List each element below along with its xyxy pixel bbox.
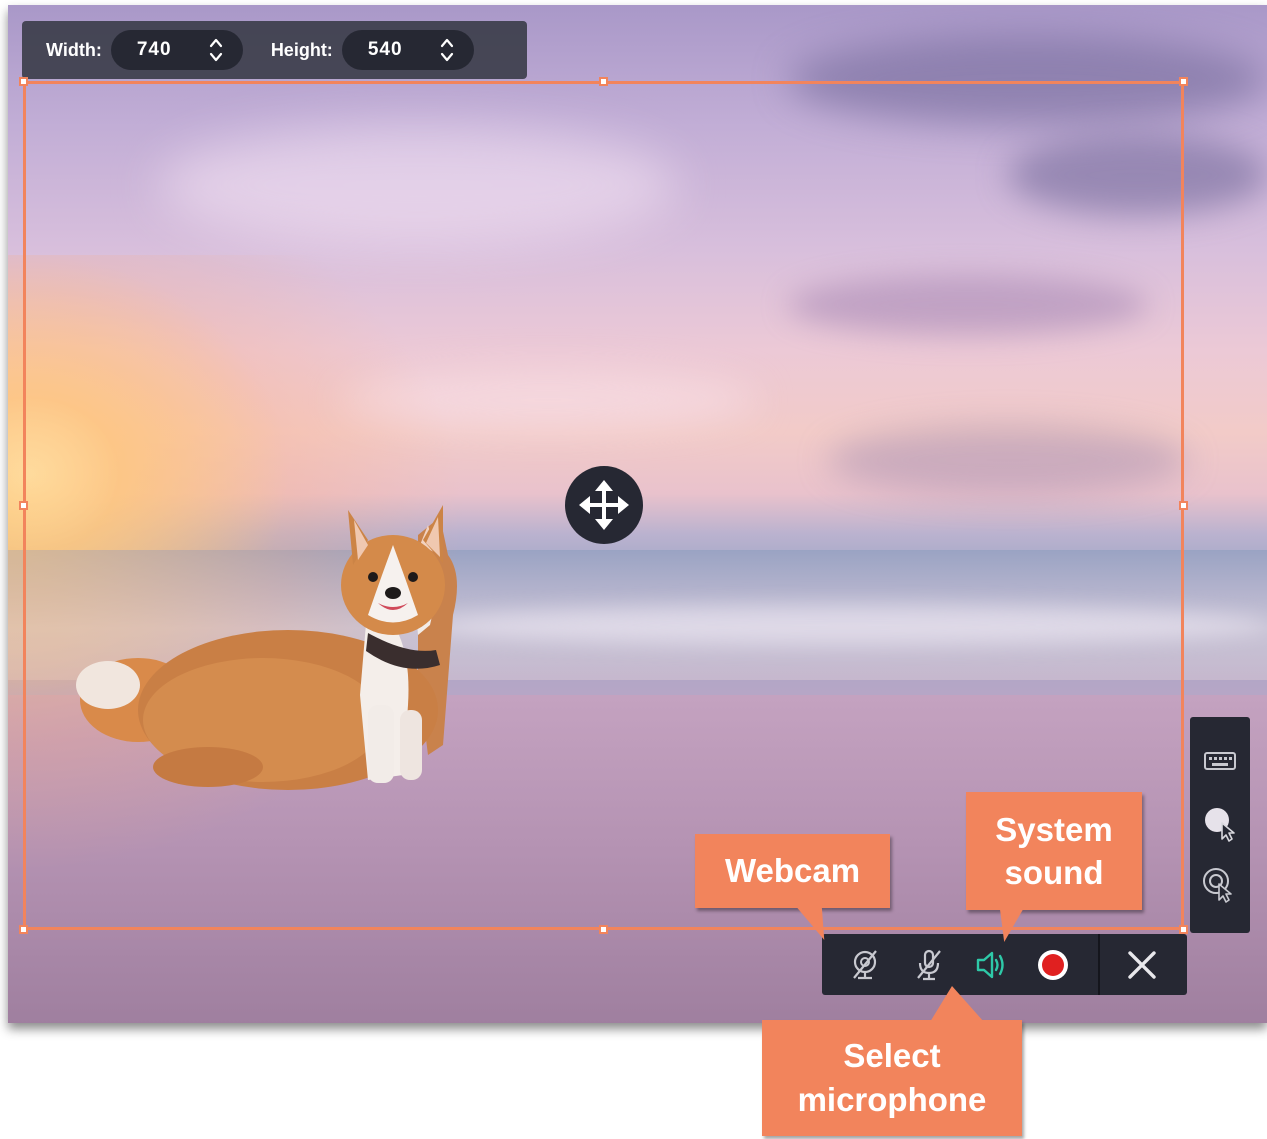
keyboard-icon [1204, 752, 1236, 770]
system-sound-button[interactable] [968, 942, 1014, 988]
webcam-callout-text: Webcam [724, 852, 861, 889]
system-sound-callout-line2: sound [1004, 854, 1104, 891]
record-button[interactable] [1030, 942, 1076, 988]
width-stepper-icon[interactable] [209, 36, 223, 64]
width-label: Width: [46, 39, 102, 60]
resize-handle-top[interactable] [599, 77, 608, 86]
click-effect-icon [1203, 868, 1232, 903]
record-icon [1038, 950, 1068, 980]
click-effect-button[interactable] [1198, 863, 1242, 907]
cursor-highlight-icon [1205, 808, 1235, 842]
capture-size-toolbar: Width: 740 Height: 540 [22, 21, 527, 79]
cursor-highlight-button[interactable] [1198, 801, 1242, 845]
width-value[interactable]: 740 [137, 39, 209, 61]
resize-handle-right[interactable] [1179, 501, 1188, 510]
height-label: Height: [270, 39, 333, 60]
system-sound-callout-line1: System [995, 811, 1113, 848]
resize-handle-left[interactable] [19, 501, 28, 510]
webcam-button[interactable] [842, 942, 888, 988]
resize-handle-bottom-right[interactable] [1179, 925, 1188, 934]
microphone-callout-line1: Select [843, 1037, 941, 1074]
microphone-callout-line2: microphone [797, 1081, 987, 1118]
system-sound-icon [976, 951, 1004, 979]
microphone-callout-pointer [930, 986, 984, 1022]
width-field[interactable]: 740 [110, 30, 243, 70]
resize-handle-top-right[interactable] [1179, 77, 1188, 86]
close-icon [1128, 951, 1156, 979]
keystrokes-button[interactable] [1198, 739, 1242, 783]
height-field[interactable]: 540 [341, 30, 474, 70]
recording-toolbar [822, 934, 1187, 995]
microphone-callout: Select microphone [762, 1020, 1022, 1136]
side-toolbar [1190, 717, 1250, 933]
microphone-button[interactable] [906, 942, 952, 988]
resize-handle-bottom[interactable] [599, 925, 608, 934]
height-stepper-icon[interactable] [440, 36, 454, 64]
close-button[interactable] [1119, 942, 1165, 988]
resize-handle-top-left[interactable] [19, 77, 28, 86]
resize-handle-bottom-left[interactable] [19, 925, 28, 934]
move-arrows-icon [579, 480, 629, 530]
webcam-callout: Webcam [695, 834, 890, 908]
webcam-off-icon [853, 950, 877, 980]
height-value[interactable]: 540 [368, 39, 440, 61]
move-capture-area-button[interactable] [565, 466, 643, 544]
toolbar-divider [1098, 934, 1100, 995]
system-sound-callout: System sound [966, 792, 1142, 910]
microphone-off-icon [917, 949, 941, 981]
